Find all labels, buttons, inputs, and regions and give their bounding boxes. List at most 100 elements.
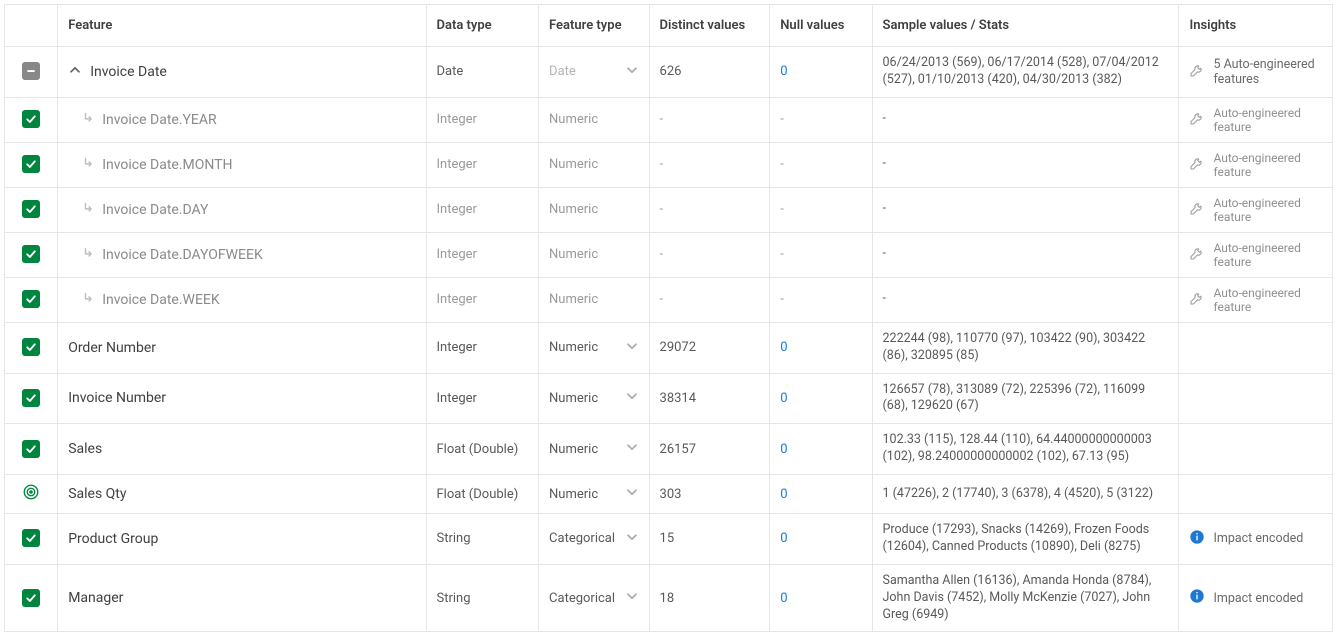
- feature-name: Invoice Number: [68, 390, 166, 406]
- table-row[interactable]: ManagerStringCategorical180Samantha Alle…: [5, 564, 1333, 632]
- table-row[interactable]: Invoice Date.MONTHIntegerNumeric---Auto-…: [5, 142, 1333, 187]
- table-header-row: Feature Data type Feature type Distinct …: [5, 5, 1333, 47]
- feature-type-select: Numeric: [549, 157, 638, 172]
- distinct-value: 626: [649, 47, 770, 98]
- null-value: -: [780, 112, 784, 127]
- feature-type-value: Numeric: [549, 292, 598, 307]
- header-feature-type[interactable]: Feature type: [539, 5, 649, 47]
- insight-text: Auto-engineered feature: [1213, 106, 1322, 134]
- distinct-value: 29072: [649, 322, 770, 373]
- header-sample[interactable]: Sample values / Stats: [872, 5, 1179, 47]
- feature-type-select[interactable]: Categorical: [549, 530, 638, 548]
- header-data-type[interactable]: Data type: [426, 5, 539, 47]
- insight-text: Auto-engineered feature: [1213, 196, 1322, 224]
- header-distinct[interactable]: Distinct values: [649, 5, 770, 47]
- table-row[interactable]: Invoice Date.DAYIntegerNumeric---Auto-en…: [5, 187, 1333, 232]
- table-row[interactable]: SalesFloat (Double)Numeric261570102.33 (…: [5, 424, 1333, 475]
- chevron-down-icon: [625, 530, 639, 548]
- row-checkbox[interactable]: [22, 245, 40, 263]
- header-feature[interactable]: Feature: [58, 5, 426, 47]
- null-value: -: [780, 157, 784, 172]
- row-checkbox[interactable]: [22, 290, 40, 308]
- null-value-link[interactable]: 0: [780, 531, 787, 546]
- header-null[interactable]: Null values: [770, 5, 872, 47]
- table-row[interactable]: Order NumberIntegerNumeric290720222244 (…: [5, 322, 1333, 373]
- feature-type-select[interactable]: Numeric: [549, 339, 638, 357]
- data-type: Float (Double): [426, 424, 539, 475]
- chevron-down-icon: [625, 485, 639, 503]
- feature-name: Invoice Date: [90, 64, 167, 80]
- feature-type-value: Categorical: [549, 591, 615, 606]
- feature-name: Invoice Date.YEAR: [102, 112, 216, 128]
- expand-toggle[interactable]: [68, 63, 82, 81]
- table-row[interactable]: Invoice Number Integer Numeric 38314 0 126657…: [5, 373, 1333, 424]
- insight: Impact encoded: [1189, 529, 1322, 549]
- data-type: String: [426, 514, 539, 565]
- header-insights[interactable]: Insights: [1179, 5, 1333, 47]
- sub-arrow-icon: [82, 291, 96, 309]
- features-table: Feature Data type Feature type Distinct …: [4, 4, 1333, 632]
- wrench-icon: [1189, 155, 1205, 174]
- feature-type-value: Categorical: [549, 531, 615, 546]
- feature-type-value: Numeric: [549, 391, 598, 406]
- data-type: Float (Double): [426, 475, 539, 514]
- feature-type-select[interactable]: Date: [549, 63, 638, 81]
- distinct-value: 303: [649, 475, 770, 514]
- feature-type-value: Numeric: [549, 442, 598, 457]
- target-icon[interactable]: [22, 483, 40, 501]
- table-row[interactable]: Invoice Date Date Date 626 0 06/24/2013 (569)…: [5, 47, 1333, 98]
- feature-type-value: Numeric: [549, 487, 598, 502]
- sample-values: -: [883, 246, 1169, 263]
- feature-type-select[interactable]: Categorical: [549, 589, 638, 607]
- null-value-link[interactable]: 0: [780, 64, 787, 79]
- row-checkbox[interactable]: [22, 200, 40, 218]
- feature-type-select: Numeric: [549, 292, 638, 307]
- feature-type-select: Numeric: [549, 202, 638, 217]
- sample-values: 06/24/2013 (569), 06/17/2014 (528), 07/0…: [883, 55, 1169, 89]
- table-row[interactable]: Invoice Date.YEARIntegerNumeric---Auto-e…: [5, 97, 1333, 142]
- null-value-link[interactable]: 0: [780, 442, 787, 457]
- info-icon: [1189, 588, 1205, 608]
- wrench-icon: [1189, 200, 1205, 219]
- null-value-link[interactable]: 0: [780, 591, 787, 606]
- feature-type-select[interactable]: Numeric: [549, 485, 638, 503]
- feature-name: Manager: [68, 590, 123, 606]
- data-type: String: [426, 564, 539, 632]
- sample-values: 222244 (98), 110770 (97), 103422 (90), 3…: [883, 331, 1169, 365]
- feature-type-select: Numeric: [549, 247, 638, 262]
- insight-text: 5 Auto-engineered features: [1213, 57, 1322, 87]
- row-checkbox[interactable]: [22, 529, 40, 547]
- data-type: Integer: [426, 232, 539, 277]
- row-checkbox[interactable]: [22, 62, 40, 80]
- data-type: Integer: [426, 97, 539, 142]
- insight: Auto-engineered feature: [1189, 241, 1322, 269]
- row-checkbox[interactable]: [22, 155, 40, 173]
- feature-type-select[interactable]: Numeric: [549, 389, 638, 407]
- data-type: Date: [426, 47, 539, 98]
- data-type: Integer: [426, 187, 539, 232]
- row-checkbox[interactable]: [22, 338, 40, 356]
- null-value-link[interactable]: 0: [780, 391, 787, 406]
- sub-arrow-icon: [82, 111, 96, 129]
- table-row[interactable]: Invoice Date.DAYOFWEEKIntegerNumeric---A…: [5, 232, 1333, 277]
- row-checkbox[interactable]: [22, 110, 40, 128]
- sample-values: 102.33 (115), 128.44 (110), 64.440000000…: [883, 432, 1169, 466]
- sample-values: 126657 (78), 313089 (72), 225396 (72), 1…: [883, 382, 1169, 416]
- row-checkbox[interactable]: [22, 589, 40, 607]
- row-checkbox[interactable]: [22, 389, 40, 407]
- data-type: Integer: [426, 373, 539, 424]
- feature-type-select[interactable]: Numeric: [549, 440, 638, 458]
- insight: 5 Auto-engineered features: [1189, 57, 1322, 87]
- sample-values: -: [883, 201, 1169, 218]
- sub-arrow-icon: [82, 246, 96, 264]
- wrench-icon: [1189, 290, 1205, 309]
- sub-arrow-icon: [82, 156, 96, 174]
- table-row[interactable]: Sales QtyFloat (Double)Numeric30301 (472…: [5, 475, 1333, 514]
- distinct-value: 38314: [649, 373, 770, 424]
- table-row[interactable]: Product GroupStringCategorical150Produce…: [5, 514, 1333, 565]
- row-checkbox[interactable]: [22, 440, 40, 458]
- distinct-value: -: [649, 187, 770, 232]
- null-value-link[interactable]: 0: [780, 340, 787, 355]
- table-row[interactable]: Invoice Date.WEEKIntegerNumeric---Auto-e…: [5, 277, 1333, 322]
- null-value-link[interactable]: 0: [780, 487, 787, 502]
